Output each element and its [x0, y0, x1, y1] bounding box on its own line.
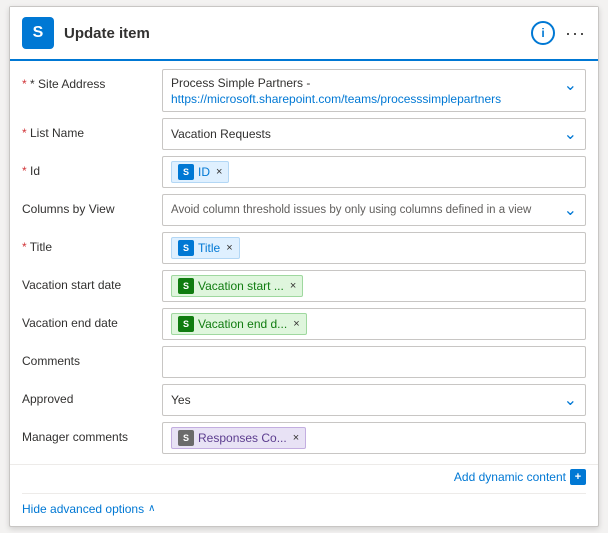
- comments-label: Comments: [22, 346, 162, 368]
- vacation-end-control[interactable]: S Vacation end d... ×: [162, 308, 586, 340]
- manager-comments-chip-icon: S: [178, 430, 194, 446]
- vacation-end-chip: S Vacation end d... ×: [171, 313, 307, 335]
- approved-label: Approved: [22, 384, 162, 406]
- id-label: * Id: [22, 156, 162, 178]
- site-address-row: * * Site Address Process Simple Partners…: [22, 69, 586, 112]
- site-address-url: https://microsoft.sharepoint.com/teams/p…: [171, 92, 501, 106]
- manager-comments-control[interactable]: S Responses Co... ×: [162, 422, 586, 454]
- title-chip-icon: S: [178, 240, 194, 256]
- title-row: * Title S Title ×: [22, 232, 586, 264]
- limit-columns-dropdown-icon[interactable]: ⌄: [564, 200, 577, 220]
- add-dynamic-icon: +: [570, 469, 586, 485]
- page-title: Update item: [64, 25, 531, 42]
- chevron-up-icon: ∧: [148, 503, 155, 514]
- site-address-dropdown-icon[interactable]: ⌄: [564, 75, 577, 95]
- manager-comments-chip: S Responses Co... ×: [171, 427, 306, 449]
- header-actions: i ···: [531, 21, 586, 45]
- list-name-row: * List Name Vacation Requests ⌄: [22, 118, 586, 150]
- id-chip: S ID ×: [171, 161, 229, 183]
- app-icon: S: [22, 17, 54, 49]
- update-item-card: S Update item i ··· * * Site Address Pro…: [9, 6, 599, 527]
- title-label: * Title: [22, 232, 162, 254]
- site-address-line1: Process Simple Partners -: [171, 75, 310, 92]
- comments-row: Comments: [22, 346, 586, 378]
- title-chip-label: Title: [198, 241, 220, 255]
- vacation-end-row: Vacation end date S Vacation end d... ×: [22, 308, 586, 340]
- manager-comments-chip-label: Responses Co...: [198, 431, 287, 445]
- add-dynamic-label: Add dynamic content: [454, 470, 566, 484]
- list-name-label: * List Name: [22, 118, 162, 140]
- info-button[interactable]: i: [531, 21, 555, 45]
- approved-dropdown-icon[interactable]: ⌄: [564, 390, 577, 410]
- list-name-value: Vacation Requests: [171, 127, 553, 141]
- manager-comments-row: Manager comments S Responses Co... ×: [22, 422, 586, 454]
- limit-columns-control[interactable]: Avoid column threshold issues by only us…: [162, 194, 586, 226]
- more-button[interactable]: ···: [565, 23, 586, 44]
- list-name-dropdown-icon[interactable]: ⌄: [564, 124, 577, 144]
- id-control[interactable]: S ID ×: [162, 156, 586, 188]
- hide-advanced-button[interactable]: Hide advanced options ∧: [22, 502, 155, 516]
- card-header: S Update item i ···: [10, 7, 598, 61]
- site-address-control[interactable]: Process Simple Partners - https://micros…: [162, 69, 586, 112]
- hide-advanced-label: Hide advanced options: [22, 502, 144, 516]
- title-chip: S Title ×: [171, 237, 240, 259]
- vacation-start-label: Vacation start date: [22, 270, 162, 292]
- limit-columns-placeholder: Avoid column threshold issues by only us…: [171, 204, 553, 216]
- manager-comments-label: Manager comments: [22, 422, 162, 444]
- add-dynamic-content-button[interactable]: Add dynamic content +: [454, 469, 586, 485]
- vacation-end-label: Vacation end date: [22, 308, 162, 330]
- title-chip-close[interactable]: ×: [226, 242, 232, 254]
- manager-comments-chip-close[interactable]: ×: [293, 432, 299, 444]
- vacation-end-chip-icon: S: [178, 316, 194, 332]
- id-chip-close[interactable]: ×: [216, 166, 222, 178]
- vacation-start-chip-close[interactable]: ×: [290, 280, 296, 292]
- card-footer: Add dynamic content + Hide advanced opti…: [10, 464, 598, 526]
- vacation-end-chip-label: Vacation end d...: [198, 317, 287, 331]
- approved-control[interactable]: Yes ⌄: [162, 384, 586, 416]
- id-chip-label: ID: [198, 165, 210, 179]
- vacation-start-chip-icon: S: [178, 278, 194, 294]
- site-address-label: * * Site Address: [22, 69, 162, 91]
- limit-columns-label: Columns by View: [22, 194, 162, 216]
- vacation-start-chip: S Vacation start ... ×: [171, 275, 303, 297]
- approved-row: Approved Yes ⌄: [22, 384, 586, 416]
- vacation-end-chip-close[interactable]: ×: [293, 318, 299, 330]
- id-chip-icon: S: [178, 164, 194, 180]
- approved-value: Yes: [171, 393, 553, 407]
- title-control[interactable]: S Title ×: [162, 232, 586, 264]
- comments-control[interactable]: [162, 346, 586, 378]
- vacation-start-control[interactable]: S Vacation start ... ×: [162, 270, 586, 302]
- list-name-control[interactable]: Vacation Requests ⌄: [162, 118, 586, 150]
- limit-columns-row: Columns by View Avoid column threshold i…: [22, 194, 586, 226]
- vacation-start-chip-label: Vacation start ...: [198, 279, 284, 293]
- card-body: * * Site Address Process Simple Partners…: [10, 61, 598, 464]
- id-row: * Id S ID ×: [22, 156, 586, 188]
- vacation-start-row: Vacation start date S Vacation start ...…: [22, 270, 586, 302]
